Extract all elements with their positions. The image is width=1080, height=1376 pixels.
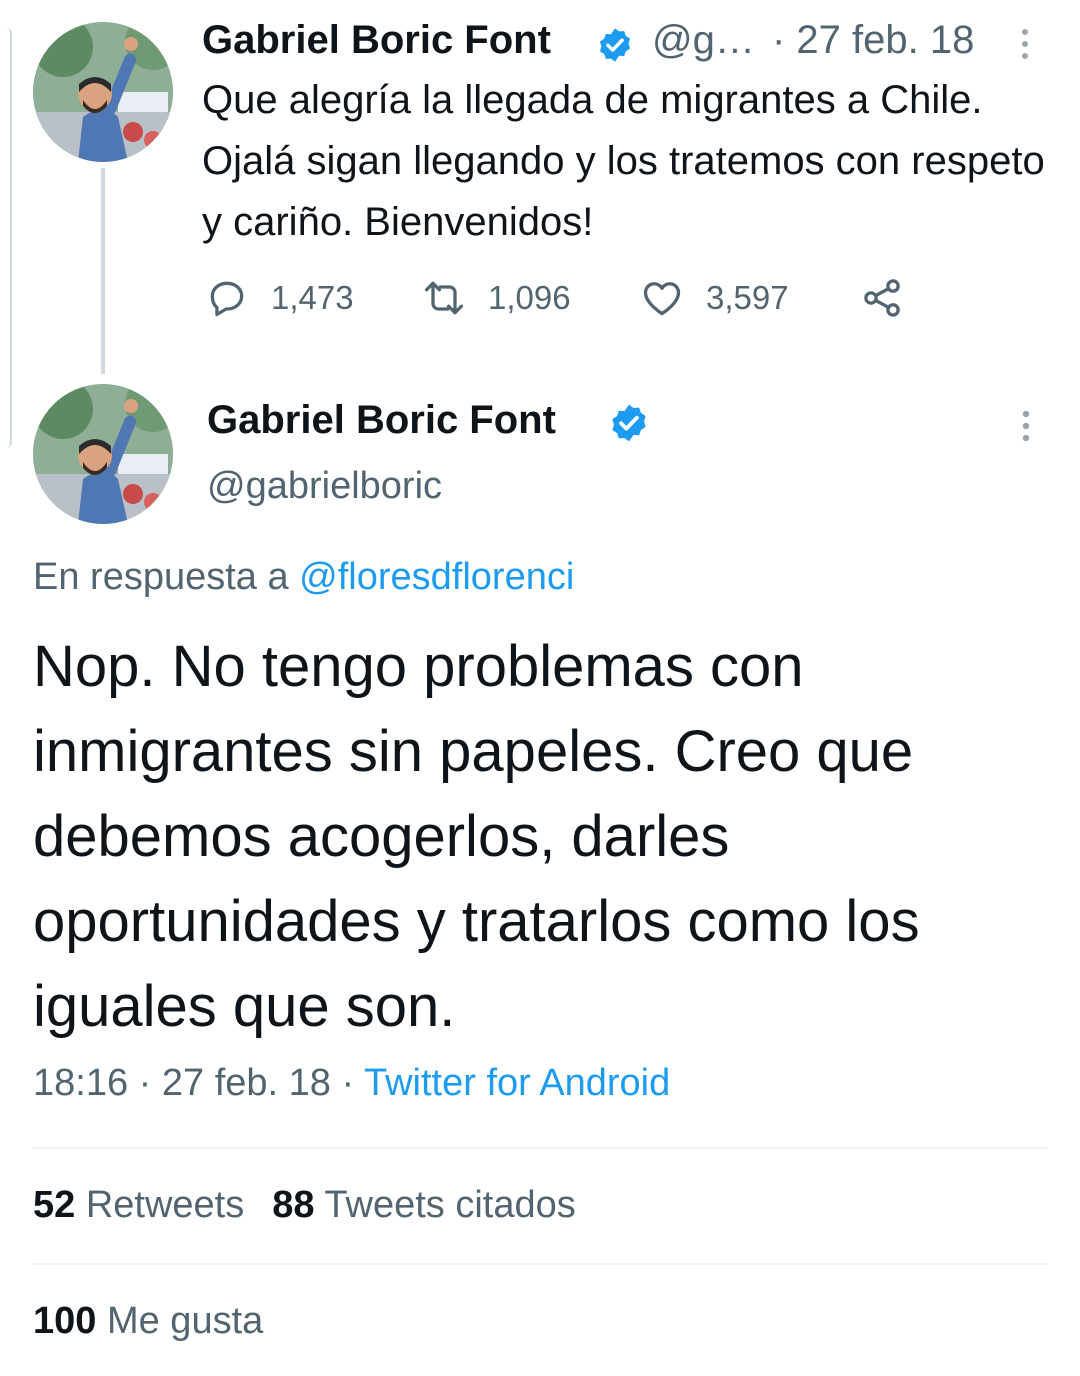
reply-context: En respuesta a @floresdflorenci — [33, 556, 574, 599]
retweets-count: 52 — [33, 1184, 76, 1226]
share-icon — [864, 279, 900, 317]
retweet-count: 1,096 — [488, 279, 571, 316]
like-button[interactable]: 3,597 — [640, 276, 789, 320]
likes-count: 100 — [33, 1300, 97, 1342]
avatar-photo — [33, 22, 173, 162]
author-name[interactable]: Gabriel Boric Font — [202, 18, 551, 63]
reply-prefix: En respuesta a — [33, 556, 300, 598]
engagement-stats-row: 52 Retweets 88 Tweets citados — [33, 1184, 576, 1227]
more-options-icon[interactable] — [1020, 26, 1030, 60]
reply-count: 1,473 — [271, 279, 354, 316]
verified-badge-icon — [596, 26, 634, 74]
author-name[interactable]: Gabriel Boric Font — [207, 398, 556, 443]
likes-stats-row: 100 Me gusta — [33, 1300, 263, 1343]
quotes-stat[interactable]: 88 Tweets citados — [272, 1184, 576, 1226]
previous-panel-edge — [0, 28, 12, 448]
tweet-date[interactable]: · 27 feb. 18 · — [128, 1062, 364, 1104]
avatar-photo — [33, 384, 173, 524]
author-handle[interactable]: @gabrielboric — [207, 465, 442, 508]
divider — [33, 1263, 1047, 1265]
author-handle[interactable]: @g… — [652, 18, 755, 63]
verified-badge-icon — [608, 402, 650, 449]
reply-icon — [210, 281, 244, 317]
tweet-time[interactable]: 18:16 — [33, 1062, 128, 1104]
avatar[interactable] — [33, 22, 173, 162]
tweet-metadata: 18:16 · 27 feb. 18 · Twitter for Android — [33, 1062, 670, 1105]
thread-connector-line — [101, 168, 105, 374]
quotes-label: Tweets citados — [314, 1184, 576, 1226]
divider — [33, 1147, 1047, 1149]
reply-mention-link[interactable]: @floresdflorenci — [299, 556, 574, 598]
tweet-source-link[interactable]: Twitter for Android — [364, 1062, 670, 1104]
retweet-button[interactable]: 1,096 — [422, 276, 571, 320]
parent-tweet-header: Gabriel Boric Font @g… · 27 feb. 18 — [202, 12, 1052, 66]
likes-label: Me gusta — [96, 1300, 264, 1342]
like-count: 3,597 — [706, 279, 789, 316]
parent-tweet-text: Que alegría la llegada de migrantes a Ch… — [202, 78, 1045, 244]
retweets-label: Retweets — [75, 1184, 245, 1226]
tweet-date[interactable]: · 27 feb. 18 — [772, 18, 974, 63]
retweet-icon — [424, 281, 464, 315]
retweets-stat[interactable]: 52 Retweets — [33, 1184, 244, 1226]
avatar[interactable] — [33, 384, 173, 524]
more-options-icon[interactable] — [1020, 408, 1032, 444]
quotes-count: 88 — [272, 1184, 315, 1226]
heart-icon — [643, 282, 681, 316]
likes-stat[interactable]: 100 Me gusta — [33, 1300, 263, 1342]
main-tweet-text: Nop. No tengo problemas con inmigrantes … — [33, 634, 920, 1039]
share-button[interactable] — [860, 276, 926, 320]
reply-button[interactable]: 1,473 — [205, 276, 354, 320]
